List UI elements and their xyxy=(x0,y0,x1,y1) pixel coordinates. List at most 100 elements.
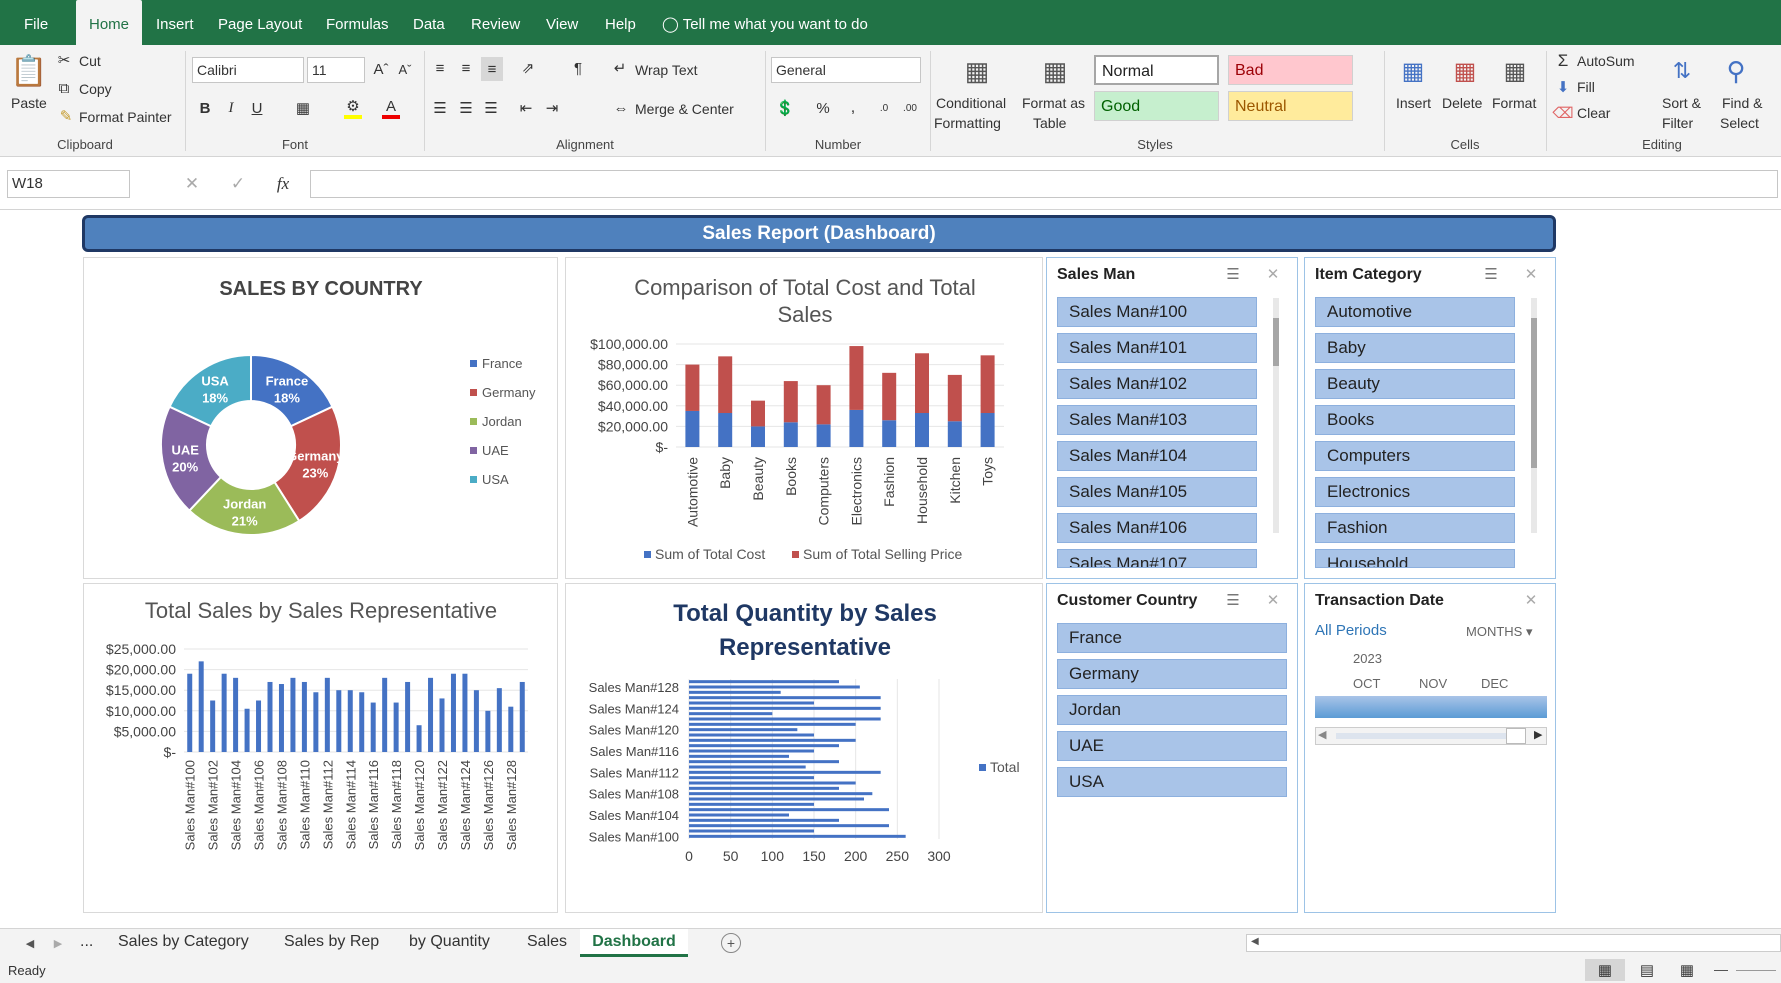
confirm-icon[interactable]: ✓ xyxy=(226,170,250,198)
borders-icon[interactable]: ▦ xyxy=(294,97,312,119)
slicer-item[interactable]: Jordan xyxy=(1057,695,1287,725)
prev-sheet-icon[interactable]: ◀ xyxy=(22,933,38,953)
sheet-tab-sales[interactable]: Sales xyxy=(527,929,567,957)
insert-cells-icon[interactable]: ▦ xyxy=(1396,53,1430,89)
chart-sales-by-country[interactable]: SALES BY COUNTRY France 18% Germany 23% Jord… xyxy=(83,257,558,579)
slicer-item[interactable]: Computers xyxy=(1315,441,1515,471)
fill-button[interactable]: Fill xyxy=(1577,79,1595,95)
conditional-formatting-label2[interactable]: Formatting xyxy=(934,115,1001,131)
multi-select-icon[interactable]: ☰ xyxy=(1223,590,1243,610)
slicer-item[interactable]: Baby xyxy=(1315,333,1515,363)
merge-center-icon[interactable]: ⇔ xyxy=(612,97,630,119)
timeline-transaction-date[interactable]: Transaction Date ✕ All Periods MONTHS ▾ … xyxy=(1304,583,1556,913)
insert-cells-button[interactable]: Insert xyxy=(1396,95,1431,111)
normal-view-icon[interactable]: ▦ xyxy=(1585,959,1625,981)
clear-filter-icon[interactable]: ✕ xyxy=(1521,264,1541,284)
font-size-select[interactable]: 11 xyxy=(307,57,365,83)
delete-cells-button[interactable]: Delete xyxy=(1442,95,1482,111)
timeline-level-select[interactable]: MONTHS ▾ xyxy=(1466,624,1533,640)
cut-button[interactable]: Cut xyxy=(79,53,101,69)
chart-cost-vs-sales[interactable]: Comparison of Total Cost and Total Sales… xyxy=(565,257,1043,579)
tab-view[interactable]: View xyxy=(546,0,578,45)
align-center-icon[interactable]: ☰ xyxy=(456,97,476,119)
align-bottom-icon[interactable]: ≡ xyxy=(481,57,503,81)
sheet-tab-dashboard[interactable]: Dashboard xyxy=(580,929,688,957)
horizontal-scrollbar[interactable]: ◀ xyxy=(1246,934,1781,952)
format-painter-icon[interactable]: ✎ xyxy=(58,108,74,125)
sort-filter-icon[interactable]: ⇅ xyxy=(1664,53,1700,89)
next-sheet-icon[interactable]: ▶ xyxy=(50,933,66,953)
zoom-slider[interactable] xyxy=(1736,970,1776,971)
delete-cells-icon[interactable]: ▦ xyxy=(1448,53,1482,89)
slicer-item[interactable]: Sales Man#104 xyxy=(1057,441,1257,471)
tell-me-box[interactable]: ◯ Tell me what you want to do xyxy=(662,0,868,45)
slicer-item[interactable]: Germany xyxy=(1057,659,1287,689)
autosum-icon[interactable]: Σ xyxy=(1554,51,1572,71)
increase-indent-icon[interactable]: ⇥ xyxy=(542,97,562,119)
tab-page-layout[interactable]: Page Layout xyxy=(218,0,302,45)
autosum-button[interactable]: AutoSum xyxy=(1577,53,1635,69)
merge-center-button[interactable]: Merge & Center xyxy=(635,101,734,117)
tab-home[interactable]: Home xyxy=(76,0,142,45)
font-name-select[interactable]: Calibri xyxy=(192,57,304,83)
slicer-item[interactable]: Sales Man#107 xyxy=(1057,549,1257,568)
copy-button[interactable]: Copy xyxy=(79,81,112,97)
slicer-item[interactable]: Sales Man#105 xyxy=(1057,477,1257,507)
slicer-item[interactable]: Sales Man#100 xyxy=(1057,297,1257,327)
slicer-item[interactable]: Automotive xyxy=(1315,297,1515,327)
text-direction-icon[interactable]: ¶ xyxy=(566,57,590,79)
page-break-view-icon[interactable]: ▦ xyxy=(1676,959,1698,981)
find-select-icon[interactable]: ⚲ xyxy=(1718,53,1754,89)
fill-icon[interactable]: ⬇ xyxy=(1554,77,1572,97)
page-layout-view-icon[interactable]: ▤ xyxy=(1636,959,1658,981)
slicer-item[interactable]: Sales Man#106 xyxy=(1057,513,1257,543)
slicer-scrollbar[interactable] xyxy=(1273,298,1279,533)
sort-filter-button2[interactable]: Filter xyxy=(1662,115,1693,131)
style-bad[interactable]: Bad xyxy=(1228,55,1353,85)
tab-help[interactable]: Help xyxy=(605,0,636,45)
wrap-text-button[interactable]: Wrap Text xyxy=(635,62,698,78)
name-box[interactable]: W18 xyxy=(7,170,130,198)
slicer-item[interactable]: Sales Man#103 xyxy=(1057,405,1257,435)
cancel-icon[interactable]: ✕ xyxy=(180,170,204,198)
format-as-table-label[interactable]: Format as xyxy=(1022,95,1085,111)
style-normal[interactable]: Normal xyxy=(1094,55,1219,85)
add-sheet-icon[interactable]: + xyxy=(721,933,741,953)
decrease-font-icon[interactable]: Aˇ xyxy=(396,58,414,80)
format-painter-button[interactable]: Format Painter xyxy=(79,109,172,125)
timeline-scrollbar[interactable]: ◀ ▶ xyxy=(1315,727,1547,745)
find-select-button2[interactable]: Select xyxy=(1720,115,1759,131)
tab-review[interactable]: Review xyxy=(471,0,520,45)
wrap-text-icon[interactable]: ↵ xyxy=(612,57,628,79)
tab-insert[interactable]: Insert xyxy=(156,0,194,45)
clear-filter-icon[interactable]: ✕ xyxy=(1263,590,1283,610)
scroll-left-icon[interactable]: ◀ xyxy=(1318,728,1326,741)
slicer-item[interactable]: Beauty xyxy=(1315,369,1515,399)
timeline-period-bar[interactable] xyxy=(1315,696,1547,718)
bold-icon[interactable]: B xyxy=(196,97,214,119)
slicer-item[interactable]: USA xyxy=(1057,767,1287,797)
scroll-left-icon[interactable]: ◀ xyxy=(1251,936,1259,947)
clear-button[interactable]: Clear xyxy=(1577,105,1610,121)
decrease-indent-icon[interactable]: ⇤ xyxy=(516,97,536,119)
slicer-customer-country[interactable]: Customer Country ☰ ✕ France Germany Jordan… xyxy=(1046,583,1298,913)
format-cells-button[interactable]: Format xyxy=(1492,95,1536,111)
slicer-item[interactable]: France xyxy=(1057,623,1287,653)
tab-data[interactable]: Data xyxy=(413,0,445,45)
slicer-item[interactable]: Books xyxy=(1315,405,1515,435)
increase-decimal-icon[interactable]: .0 xyxy=(872,97,896,119)
find-select-button[interactable]: Find & xyxy=(1722,95,1762,111)
number-format-select[interactable]: General xyxy=(771,57,921,83)
insert-function-icon[interactable]: fx xyxy=(270,170,296,198)
underline-icon[interactable]: U xyxy=(248,97,266,119)
slicer-item[interactable]: Fashion xyxy=(1315,513,1515,543)
copy-icon[interactable]: ⧉ xyxy=(56,80,72,97)
align-left-icon[interactable]: ☰ xyxy=(430,97,450,119)
comma-icon[interactable]: , xyxy=(842,97,864,119)
percent-icon[interactable]: % xyxy=(812,97,834,119)
clear-filter-icon[interactable]: ✕ xyxy=(1263,264,1283,284)
slicer-item[interactable]: Sales Man#102 xyxy=(1057,369,1257,399)
paste-button[interactable]: Paste xyxy=(11,95,47,111)
chart-quantity-by-rep[interactable]: Total Quantity by Sales Representative 0… xyxy=(565,583,1043,913)
conditional-formatting-icon[interactable]: ▦ xyxy=(958,53,996,89)
